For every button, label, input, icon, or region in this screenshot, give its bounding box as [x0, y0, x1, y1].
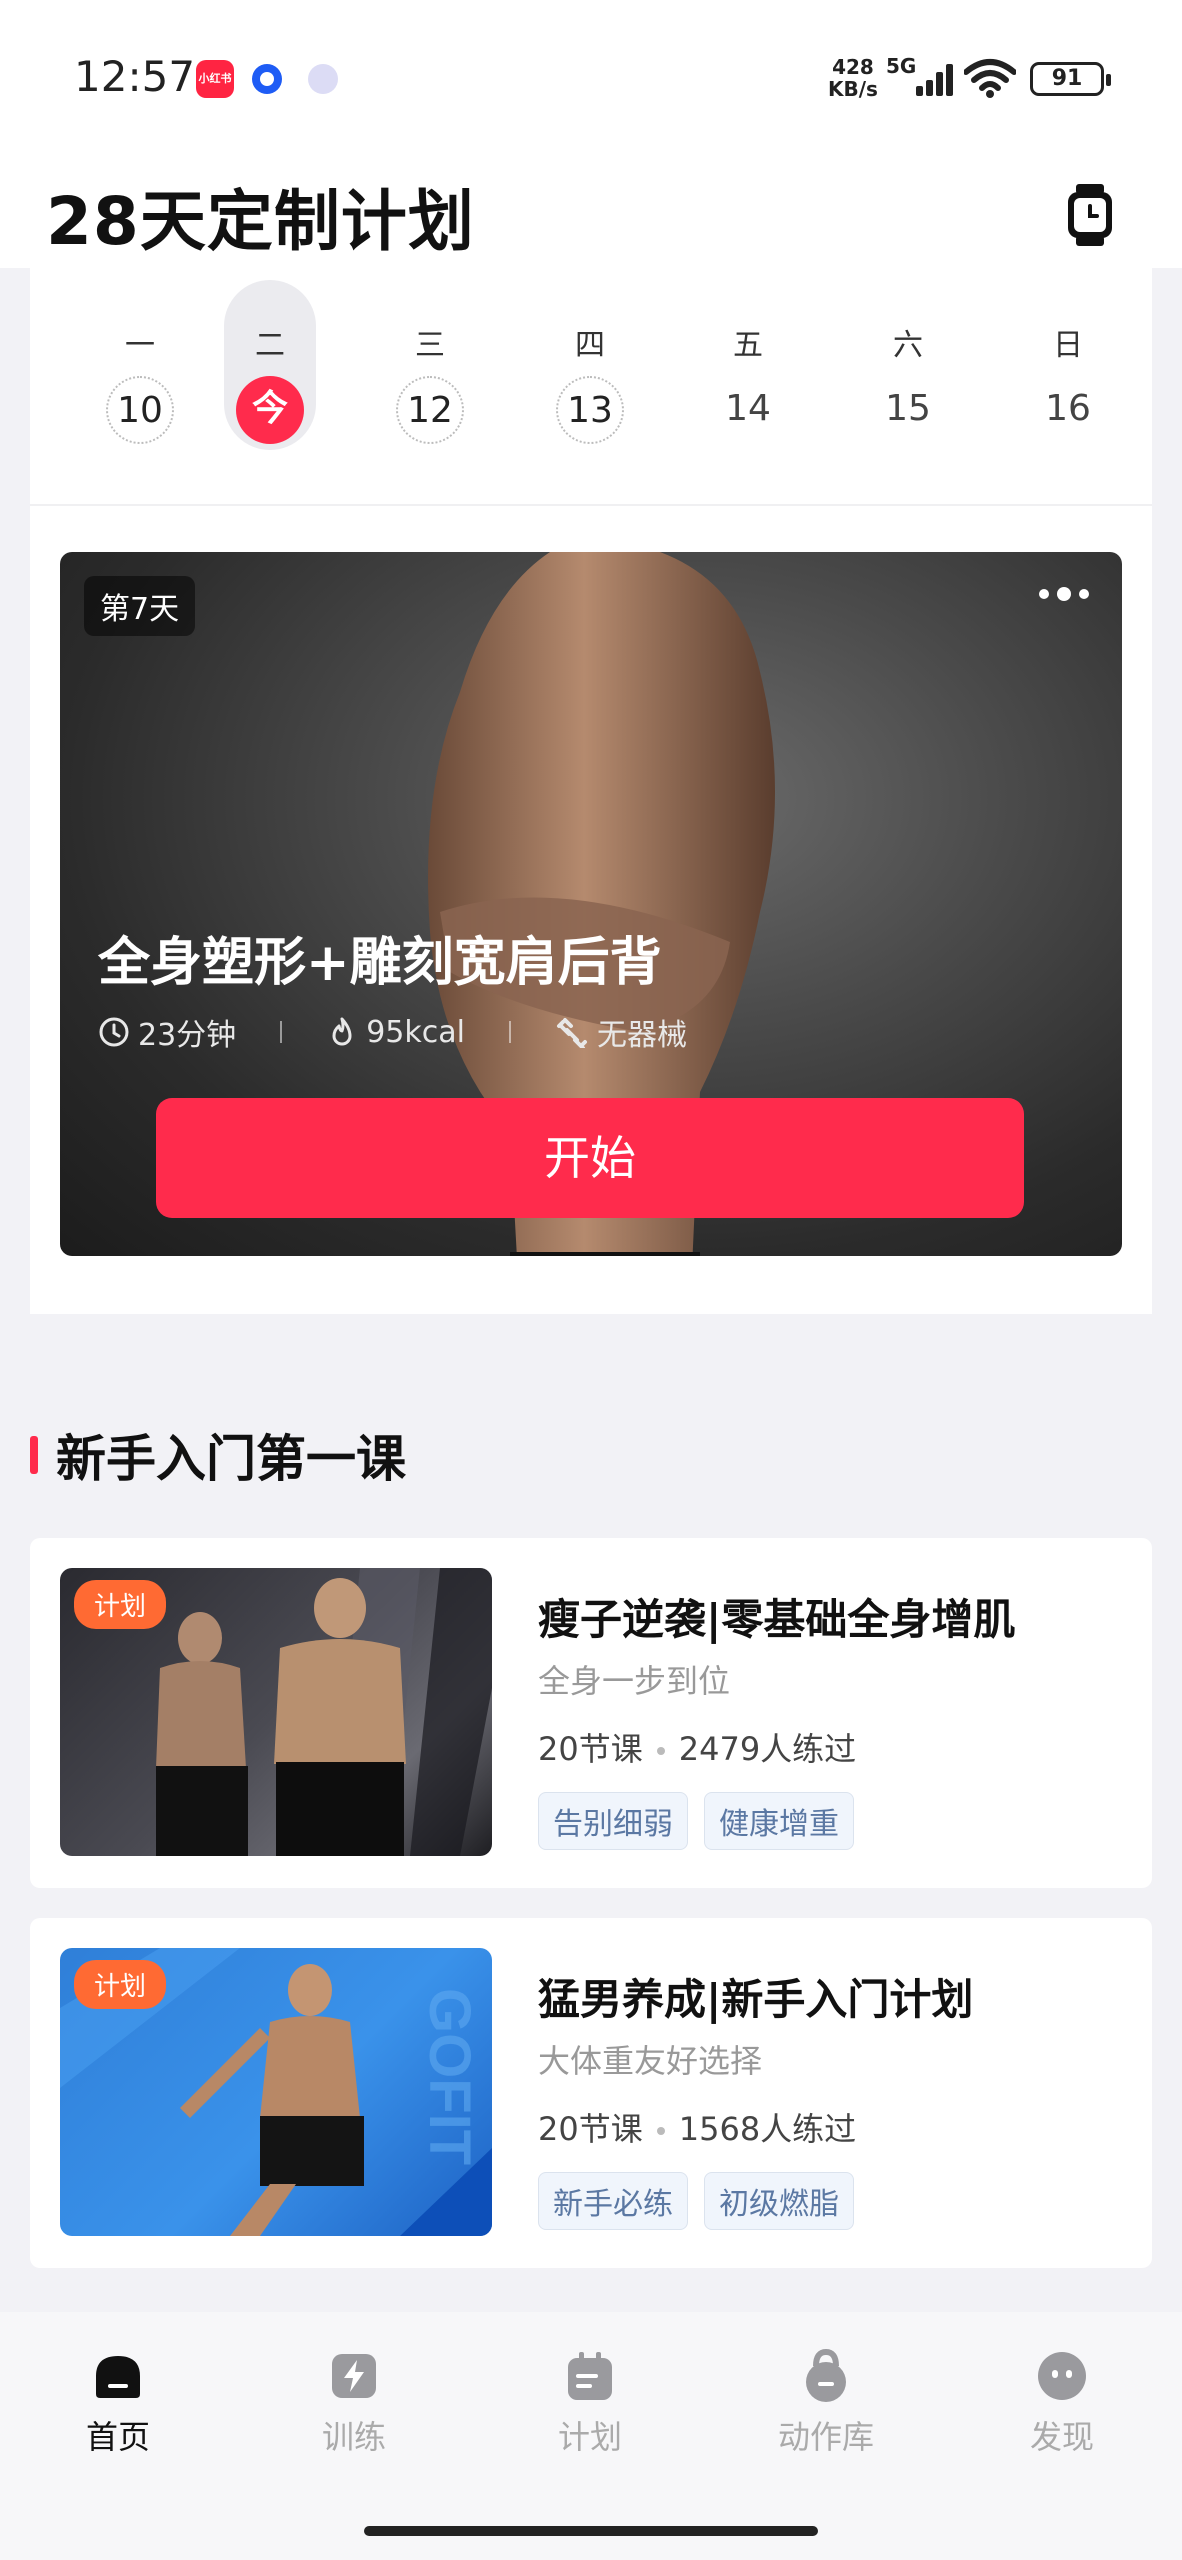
course-tag: 健康增重	[704, 1792, 854, 1850]
nav-plan[interactable]: 计划	[520, 2348, 660, 2458]
section-accent-bar	[30, 1436, 38, 1474]
kettlebell-icon	[806, 2348, 846, 2402]
day-number: 15	[885, 388, 931, 429]
svg-text:GOFIT: GOFIT	[417, 1988, 482, 2165]
nav-label: 动作库	[777, 2418, 874, 2456]
day-number: 13	[556, 376, 624, 444]
dot-separator	[656, 1747, 665, 1755]
watch-icon[interactable]	[1066, 184, 1114, 246]
day-name: 二	[255, 328, 285, 363]
status-bar: 12:57 小红书 428 KB/s 5G 91	[0, 0, 1182, 150]
day-saturday[interactable]: 六 15	[862, 280, 954, 450]
training-icon	[332, 2354, 376, 2398]
nav-label: 训练	[321, 2418, 386, 2456]
course-subtitle: 全身一步到位	[538, 1662, 731, 1700]
day-name: 日	[1053, 328, 1083, 363]
signal-icon	[904, 62, 954, 96]
course-card[interactable]: GOFIT 计划 猛男养成|新手入门计划 大体重友好选择 20节课 1568人练过…	[30, 1918, 1152, 2268]
course-tag: 新手必练	[538, 2172, 688, 2230]
section-title: 新手入门第一课	[56, 1430, 406, 1488]
course-title: 瘦子逆袭|零基础全身增肌	[538, 1595, 1016, 1644]
xiaohongshu-app-icon: 小红书	[196, 60, 234, 98]
dumbbell-icon	[556, 1018, 587, 1048]
calories-text: 95kcal	[366, 1014, 465, 1050]
course-card[interactable]: 计划 瘦子逆袭|零基础全身增肌 全身一步到位 20节课 2479人练过 告别细弱 …	[30, 1538, 1152, 1888]
course-tags: 新手必练 初级燃脂	[538, 2172, 870, 2230]
page-header: 28天定制计划	[0, 150, 1182, 268]
day-number: 12	[396, 376, 464, 444]
course-thumbnail: 计划	[60, 1568, 492, 1856]
course-stats: 20节课 2479人练过	[538, 1724, 856, 1770]
course-tags: 告别细弱 健康增重	[538, 1792, 870, 1850]
network-speed-value: 428	[832, 55, 874, 79]
course-stats: 20节课 1568人练过	[538, 2104, 856, 2150]
course-thumbnail: GOFIT 计划	[60, 1948, 492, 2236]
nav-label: 发现	[1029, 2418, 1094, 2456]
day-number: 10	[106, 376, 174, 444]
nav-label: 计划	[557, 2418, 622, 2456]
notification-app-icon	[252, 64, 282, 94]
lesson-count: 20节课	[538, 2110, 643, 2148]
status-time: 12:57	[74, 52, 196, 101]
duration-text: 23分钟	[138, 1018, 237, 1053]
trained-count: 2479人练过	[678, 1730, 857, 1768]
workout-card[interactable]: 第7天 全身塑形+雕刻宽肩后背 23分钟 95kcal 无器械 开始	[60, 552, 1122, 1256]
separator	[280, 1021, 283, 1043]
day-number: 14	[725, 388, 771, 429]
today-marker: 今	[236, 376, 304, 444]
nav-discover[interactable]: 发现	[992, 2348, 1132, 2458]
lesson-count: 20节课	[538, 1730, 643, 1768]
course-tag: 告别细弱	[538, 1792, 688, 1850]
day-name: 五	[733, 328, 763, 363]
workout-title: 全身塑形+雕刻宽肩后背	[98, 933, 662, 993]
clock-icon	[99, 1017, 129, 1047]
course-tag: 初级燃脂	[704, 2172, 854, 2230]
nav-home[interactable]: 首页	[48, 2348, 188, 2458]
day-name: 四	[575, 328, 605, 363]
day-name: 三	[415, 328, 445, 363]
nav-training[interactable]: 训练	[284, 2348, 424, 2458]
home-icon	[96, 2356, 140, 2398]
course-subtitle: 大体重友好选择	[538, 2042, 763, 2080]
day-monday[interactable]: 一 10	[94, 280, 186, 450]
day-name: 一	[125, 328, 155, 363]
discover-icon	[1038, 2352, 1086, 2400]
day-tuesday-today[interactable]: 二 今	[224, 280, 316, 450]
bottom-navigation: 首页 训练 计划 动作库 发现	[0, 2312, 1182, 2560]
trained-count: 1568人练过	[678, 2110, 857, 2148]
plan-badge: 计划	[74, 1960, 167, 2009]
nav-label: 首页	[85, 2418, 150, 2456]
start-button[interactable]: 开始	[156, 1098, 1024, 1218]
equipment: 无器械	[555, 1010, 687, 1054]
flame-icon	[332, 1017, 352, 1046]
home-indicator[interactable]	[364, 2526, 818, 2536]
network-speed-unit: KB/s	[828, 77, 878, 101]
page-title: 28天定制计划	[46, 183, 475, 260]
course-title: 猛男养成|新手入门计划	[538, 1975, 974, 2024]
battery-indicator: 91	[1030, 62, 1111, 96]
duration: 23分钟	[98, 1010, 236, 1054]
calories: 95kcal	[326, 1015, 465, 1050]
day-sunday[interactable]: 日 16	[1022, 280, 1114, 450]
nav-exercise-library[interactable]: 动作库	[756, 2348, 896, 2458]
day-badge: 第7天	[84, 576, 196, 636]
workout-meta: 23分钟 95kcal 无器械	[98, 1010, 687, 1054]
dot-separator	[656, 2127, 665, 2135]
day-name: 六	[893, 328, 923, 363]
day-friday[interactable]: 五 14	[702, 280, 794, 450]
today-workout-section: 第7天 全身塑形+雕刻宽肩后背 23分钟 95kcal 无器械 开始	[30, 506, 1152, 1314]
notification-app-icon-2	[308, 64, 338, 94]
wifi-icon	[964, 59, 1016, 98]
plan-badge: 计划	[74, 1580, 167, 1629]
separator	[508, 1021, 511, 1043]
day-thursday[interactable]: 四 13	[544, 280, 636, 450]
day-wednesday[interactable]: 三 12	[384, 280, 476, 450]
plan-icon	[568, 2352, 612, 2400]
more-options-icon[interactable]	[1036, 584, 1092, 604]
week-calendar: 一 10 二 今 三 12 四 13 五 14 六 15 日 16	[30, 268, 1152, 506]
day-number: 16	[1045, 388, 1091, 429]
network-speed: 428 KB/s	[828, 56, 878, 100]
equipment-text: 无器械	[596, 1018, 687, 1053]
section-header: 新手入门第一课	[30, 1420, 406, 1490]
